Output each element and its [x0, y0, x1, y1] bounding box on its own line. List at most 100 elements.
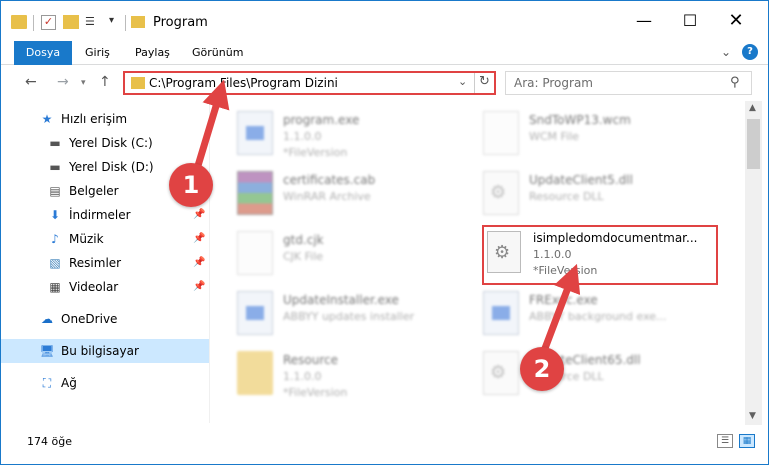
file-item[interactable]: certificates.cab WinRAR Archive [237, 167, 487, 227]
drive-icon: ▬ [49, 136, 61, 150]
recent-locations-icon[interactable]: ▾ [81, 78, 86, 88]
item-count: 174 öğe [27, 435, 72, 448]
details-view-icon[interactable]: ☰ [717, 434, 733, 448]
address-path[interactable]: C:\Program Files\Program Dizini [149, 76, 338, 90]
sidebar-item-videos[interactable]: ▦ Videolar 📌 [1, 275, 209, 299]
file-item[interactable]: gtd.cjk CJK File [237, 227, 487, 287]
search-input[interactable]: Ara: Program ⚲ [505, 71, 752, 95]
file-name: FRExec.exe [529, 293, 598, 307]
exe-icon [237, 111, 273, 155]
star-icon: ★ [41, 112, 53, 126]
tab-view[interactable]: Görünüm [182, 41, 253, 65]
computer-icon: 🖥 [39, 344, 55, 358]
tab-file[interactable]: Dosya [14, 41, 72, 65]
close-button[interactable]: ✕ [713, 7, 759, 35]
scroll-down-icon[interactable]: ▼ [749, 411, 756, 421]
pin-icon[interactable]: 📌 [193, 275, 205, 299]
archive-icon [237, 171, 273, 215]
sidebar-item-onedrive[interactable]: ☁ OneDrive [1, 307, 209, 331]
step-badge-2: 2 [520, 347, 564, 391]
up-arrow-icon[interactable]: ↑ [99, 74, 111, 90]
address-bar[interactable]: C:\Program Files\Program Dizini ⌄ ↻ [123, 71, 496, 95]
folder-icon [237, 351, 273, 395]
forward-arrow-icon[interactable]: → [57, 74, 69, 90]
file-name: SndToWP13.wcm [529, 113, 631, 127]
new-folder-icon[interactable] [63, 15, 79, 29]
sidebar-item-pictures[interactable]: ▧ Resimler 📌 [1, 251, 209, 275]
properties-check-icon[interactable]: ✓ [41, 15, 56, 30]
tiles-view-icon[interactable]: ▦ [739, 434, 755, 448]
sidebar-item-label: Videolar [69, 280, 119, 294]
drive-icon: ▬ [49, 160, 61, 174]
ribbon: Dosya Giriş Paylaş Görünüm ⌄ ? [1, 41, 768, 65]
chevron-down-icon[interactable]: ▾ [109, 15, 121, 33]
sidebar-item-label: OneDrive [61, 312, 118, 326]
file-item[interactable]: UpdateClient65.dll Resource DLL [483, 347, 733, 407]
file-item[interactable]: program.exe 1.1.0.0 *FileVersion [237, 107, 487, 167]
file-item[interactable]: UpdateClient5.dll Resource DLL [483, 167, 733, 227]
scroll-thumb[interactable] [747, 119, 760, 169]
sidebar-item-label: Resimler [69, 256, 122, 270]
highlight-frame [482, 225, 718, 285]
music-icon: ♪ [51, 232, 59, 246]
sidebar-item-label: Yerel Disk (C:) [69, 136, 153, 150]
sidebar-item-label: Yerel Disk (D:) [69, 160, 154, 174]
file-item[interactable]: UpdateInstaller.exe ABBYY updates instal… [237, 287, 487, 347]
divider [474, 73, 475, 93]
file-detail: ABBYY background exe... [529, 310, 667, 323]
status-bar: 174 öğe ☰ ▦ [1, 427, 768, 464]
pin-icon[interactable]: 📌 [193, 251, 205, 275]
sidebar-item-label: Hızlı erişim [61, 112, 128, 126]
search-icon[interactable]: ⚲ [730, 75, 740, 90]
back-arrow-icon[interactable]: ← [25, 74, 37, 90]
sidebar-item-music[interactable]: ♪ Müzik 📌 [1, 227, 209, 251]
step-badge-1: 1 [169, 163, 213, 207]
sidebar-item-label: Müzik [69, 232, 104, 246]
document-icon [237, 231, 273, 275]
file-name: program.exe [283, 113, 360, 127]
file-item[interactable]: Resource 1.1.0.0 *FileVersion [237, 347, 487, 407]
file-detail: *FileVersion [283, 146, 348, 159]
help-icon[interactable]: ? [742, 44, 758, 60]
sidebar-item-network[interactable]: ⛶ Ağ [1, 371, 209, 395]
tab-home[interactable]: Giriş [75, 41, 120, 65]
scroll-up-icon[interactable]: ▲ [749, 103, 756, 113]
file-detail: WCM File [529, 130, 579, 143]
film-icon: ▦ [49, 280, 61, 294]
customize-toolbar-icon[interactable]: ☰ [85, 15, 105, 33]
folder-icon[interactable] [11, 15, 27, 29]
pane-splitter[interactable] [209, 101, 210, 423]
maximize-button[interactable]: ☐ [667, 7, 713, 35]
minimize-button[interactable]: — [621, 7, 667, 35]
title-bar: ✓ ☰ ▾ Program — ☐ ✕ [1, 1, 768, 41]
sidebar-item-label: Belgeler [69, 184, 119, 198]
refresh-icon[interactable]: ↻ [479, 74, 490, 89]
sidebar-item-label: Ağ [61, 376, 77, 390]
file-item[interactable]: SndToWP13.wcm WCM File [483, 107, 733, 167]
tab-share[interactable]: Paylaş [125, 41, 180, 65]
expand-ribbon-icon[interactable]: ⌄ [721, 45, 731, 59]
sidebar-item-disk-c[interactable]: ▬ Yerel Disk (C:) [1, 131, 209, 155]
exe-icon [483, 291, 519, 335]
divider [33, 15, 34, 31]
sidebar-item-downloads[interactable]: ⬇ İndirmeler 📌 [1, 203, 209, 227]
dll-icon [483, 171, 519, 215]
chevron-down-icon[interactable]: ⌄ [458, 75, 467, 88]
vertical-scrollbar[interactable]: ▲ ▼ [745, 101, 762, 425]
file-name: Resource [283, 353, 339, 367]
sidebar-item-quick-access[interactable]: ★ Hızlı erişim [1, 107, 209, 131]
file-detail: WinRAR Archive [283, 190, 371, 203]
exe-icon [237, 291, 273, 335]
pin-icon[interactable]: 📌 [193, 227, 205, 251]
file-explorer-window: ✓ ☰ ▾ Program — ☐ ✕ Dosya Giriş Paylaş G… [0, 0, 769, 465]
navigation-pane: ★ Hızlı erişim ▬ Yerel Disk (C:) ▬ Yerel… [1, 103, 209, 425]
address-folder-icon [131, 77, 145, 89]
file-detail: Resource DLL [529, 190, 604, 203]
picture-icon: ▧ [49, 256, 61, 270]
dll-icon [483, 351, 519, 395]
network-icon: ⛶ [42, 376, 52, 390]
file-item[interactable]: FRExec.exe ABBYY background exe... [483, 287, 733, 347]
navigation-bar: ← → ▾ ↑ C:\Program Files\Program Dizini … [1, 65, 768, 101]
sidebar-item-this-pc[interactable]: 🖥 Bu bilgisayar [1, 339, 209, 363]
sidebar-item-label: İndirmeler [69, 208, 131, 222]
